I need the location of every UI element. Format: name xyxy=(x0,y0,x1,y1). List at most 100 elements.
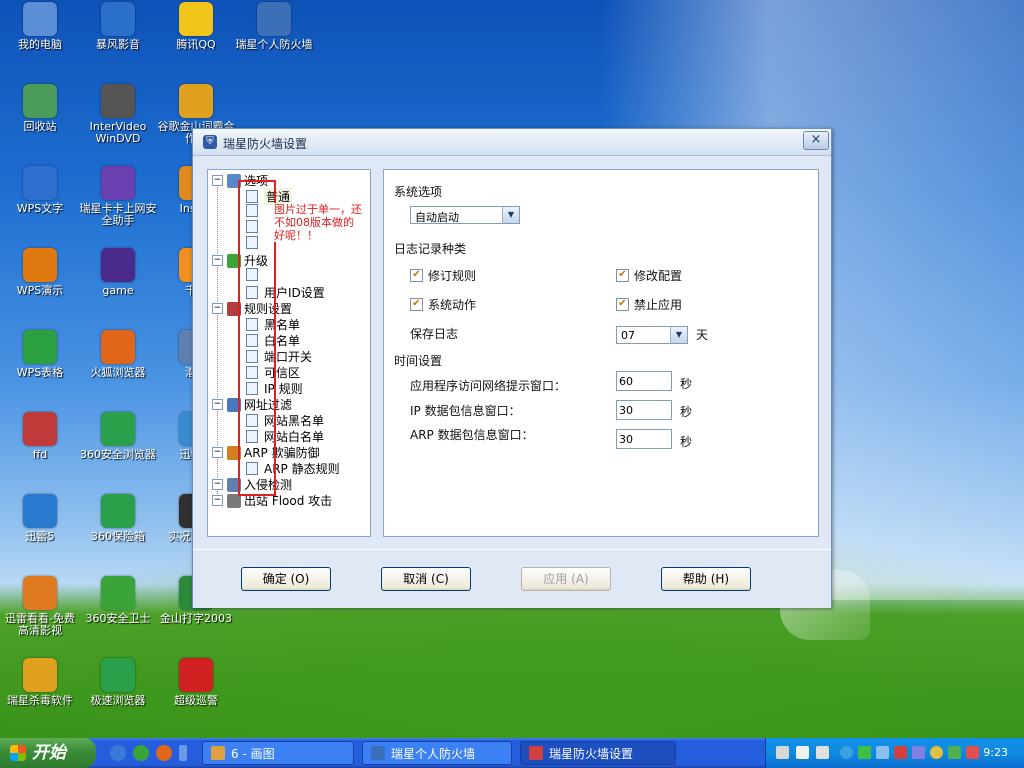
desktop-icon[interactable]: 腾讯QQ xyxy=(156,2,236,51)
ip-packet-input[interactable] xyxy=(616,400,672,420)
tray-arrow-icon[interactable] xyxy=(840,746,853,759)
collapse-icon[interactable]: − xyxy=(212,447,223,458)
check-modify-config[interactable]: ✔ 修改配置 xyxy=(616,267,682,284)
desktop-icon[interactable]: 火狐浏览器 xyxy=(78,330,158,379)
check-label: 修订规则 xyxy=(428,269,477,283)
dialog-titlebar[interactable]: ⛨ 瑞星防火墙设置 × xyxy=(193,129,831,156)
dictionary-icon xyxy=(179,84,213,118)
checkbox[interactable]: ✔ xyxy=(410,269,423,282)
checkbox[interactable]: ✔ xyxy=(410,298,423,311)
desktop-icon[interactable]: 超级巡警 xyxy=(156,658,236,707)
desktop-icon[interactable]: 360安全浏览器 xyxy=(78,412,158,461)
desktop-icon[interactable]: 迅雷看看-免费高清影视 xyxy=(0,576,80,637)
taskbar-button[interactable]: 瑞星个人防火墙 xyxy=(362,741,512,765)
check-label: 禁止应用 xyxy=(634,298,683,312)
arp-packet-input[interactable] xyxy=(616,429,672,449)
keyboard-icon[interactable] xyxy=(776,746,789,759)
dvd-icon xyxy=(101,84,135,118)
network-icon[interactable] xyxy=(816,746,829,759)
connection-icon[interactable] xyxy=(876,746,889,759)
desktop-icon-label: 360安全浏览器 xyxy=(80,448,156,461)
check-label: 系统动作 xyxy=(428,298,477,312)
360-safe-box-icon xyxy=(101,494,135,528)
collapse-icon[interactable]: − xyxy=(212,255,223,266)
desktop-icon[interactable]: 瑞星卡卡上网安全助手 xyxy=(78,166,158,227)
globe-icon[interactable] xyxy=(930,746,943,759)
display-icon[interactable] xyxy=(948,746,961,759)
show-desktop-icon[interactable] xyxy=(110,745,126,761)
rising-antivirus-icon xyxy=(23,658,57,692)
desktop-icon[interactable]: 我的电脑 xyxy=(0,2,80,51)
desktop-icon[interactable]: WPS表格 xyxy=(0,330,80,379)
desktop-icon[interactable]: 360安全卫士 xyxy=(78,576,158,625)
firewall-icon xyxy=(257,2,291,36)
desktop-icon[interactable]: WPS文字 xyxy=(0,166,80,215)
arp-packet-label: ARP 数据包信息窗口： xyxy=(410,428,534,442)
collapse-icon[interactable]: − xyxy=(212,399,223,410)
help-icon[interactable] xyxy=(796,746,809,759)
desktop-icon-label: 360安全卫士 xyxy=(85,612,151,625)
desktop-icon-label: 极速浏览器 xyxy=(90,694,146,707)
desktop-icon[interactable]: 360保险箱 xyxy=(78,494,158,543)
close-button[interactable]: × xyxy=(803,131,829,150)
desktop-icon-label: WPS演示 xyxy=(16,284,64,297)
umbrella-icon[interactable] xyxy=(858,746,871,759)
collapse-icon[interactable]: − xyxy=(212,175,223,186)
collapse-icon[interactable]: − xyxy=(212,495,223,506)
monitor-icon[interactable] xyxy=(912,746,925,759)
start-button[interactable]: 开始 xyxy=(0,738,96,768)
qq-penguin-icon xyxy=(179,2,213,36)
apply-button[interactable]: 应用 (A) xyxy=(521,567,611,591)
check-revise-rules[interactable]: ✔ 修订规则 xyxy=(410,267,476,284)
360-guard-icon xyxy=(101,576,135,610)
checkbox[interactable]: ✔ xyxy=(616,269,629,282)
desktop-icon[interactable]: 迅雷5 xyxy=(0,494,80,543)
app-prompt-input[interactable] xyxy=(616,371,672,391)
check-block-app[interactable]: ✔ 禁止应用 xyxy=(616,296,682,313)
desktop-icon-label: WPS文字 xyxy=(16,202,64,215)
desktop-icon[interactable]: 暴风影音 xyxy=(78,2,158,51)
desktop-icon-label: 暴风影音 xyxy=(96,38,140,51)
taskbar-button[interactable]: 6 - 画图 xyxy=(202,741,354,765)
dialog-title: 瑞星防火墙设置 xyxy=(223,137,308,151)
kaka-assistant-icon xyxy=(101,166,135,200)
system-options-label: 系统选项 xyxy=(394,185,443,199)
desktop-icon[interactable]: 瑞星个人防火墙 xyxy=(234,2,314,51)
collapse-icon[interactable]: − xyxy=(212,479,223,490)
save-log-combo[interactable]: 07 ▼ xyxy=(616,326,688,344)
cancel-button[interactable]: 取消 (C) xyxy=(381,567,471,591)
firefox-quicklaunch-icon[interactable] xyxy=(156,745,172,761)
checkbox[interactable]: ✔ xyxy=(616,298,629,311)
chevron-down-icon[interactable]: ▼ xyxy=(670,327,687,343)
desktop-icon[interactable]: game xyxy=(78,248,158,297)
360-browser-icon xyxy=(101,412,135,446)
desktop-icon[interactable]: 极速浏览器 xyxy=(78,658,158,707)
clock[interactable]: 9:23 xyxy=(983,746,1008,759)
quicklaunch-expand-icon[interactable] xyxy=(179,745,187,761)
browser-quicklaunch-icon[interactable] xyxy=(133,745,149,761)
desktop-icon[interactable]: InterVideo WinDVD xyxy=(78,84,158,145)
help-button[interactable]: 帮助 (H) xyxy=(661,567,751,591)
collapse-icon[interactable]: − xyxy=(212,303,223,314)
desktop-icon-label: 瑞星杀毒软件 xyxy=(7,694,73,707)
firewall-settings-icon xyxy=(529,746,543,760)
startup-combo[interactable]: 自动启动 ▼ xyxy=(410,206,520,224)
desktop-icon-label: 瑞星卡卡上网安全助手 xyxy=(79,202,157,227)
taskbar-button[interactable]: 瑞星防火墙设置 xyxy=(520,741,676,765)
game-icon xyxy=(101,248,135,282)
firewall-settings-dialog: ⛨ 瑞星防火墙设置 × − 选项 普通 − 升级 用户ID设置 − 规则设置 黑名单 白名单 端口开… xyxy=(192,128,832,608)
antivirus-tray-icon[interactable] xyxy=(966,746,979,759)
check-system-action[interactable]: ✔ 系统动作 xyxy=(410,296,476,313)
desktop-icon[interactable]: 瑞星杀毒软件 xyxy=(0,658,80,707)
ip-packet-label: IP 数据包信息窗口： xyxy=(410,404,521,418)
desktop-icon[interactable]: WPS演示 xyxy=(0,248,80,297)
desktop-icon[interactable]: 回收站 xyxy=(0,84,80,133)
app-prompt-label: 应用程序访问网络提示窗口： xyxy=(410,379,567,393)
chevron-down-icon[interactable]: ▼ xyxy=(502,207,519,223)
seconds-unit: 秒 xyxy=(680,377,693,391)
ok-button[interactable]: 确定 (O) xyxy=(241,567,331,591)
firewall-tray-icon[interactable] xyxy=(894,746,907,759)
system-tray: 9:23 xyxy=(765,738,1024,768)
xunlei-kankan-icon xyxy=(23,576,57,610)
desktop-icon[interactable]: ffd xyxy=(0,412,80,461)
